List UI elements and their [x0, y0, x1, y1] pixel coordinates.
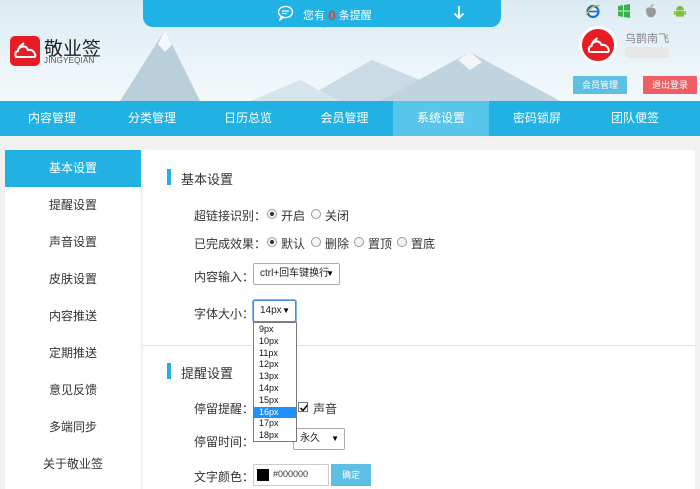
header: 您有 0 条提醒 敬业签 JINGYEQIAN 乌鹊南飞 会员管理 退出登录: [0, 0, 700, 101]
main-nav: 内容管理 分类管理 日历总览 会员管理 系统设置 密码锁屏 团队便签: [0, 101, 700, 136]
font-size-select[interactable]: 14px ▼: [253, 300, 296, 322]
settings-sidebar: 基本设置 提醒设置 声音设置 皮肤设置 内容推送 定期推送 意见反馈 多端同步 …: [5, 150, 141, 489]
confirm-button[interactable]: 确定: [331, 464, 371, 486]
notification-count: 0: [328, 7, 336, 23]
notification-bar[interactable]: 您有 0 条提醒: [143, 0, 501, 27]
dropdown-arrow-icon: ▼: [282, 306, 290, 315]
chat-bubble-icon: [277, 5, 294, 21]
radio-link-on-label: 开启: [281, 209, 306, 223]
section-accent-bar: [167, 169, 171, 185]
font-size-option[interactable]: 18px: [254, 430, 296, 442]
sidebar-item-reminder[interactable]: 提醒设置: [5, 187, 141, 224]
android-icon[interactable]: [672, 3, 688, 19]
font-size-option[interactable]: 12px: [254, 359, 296, 371]
nav-team-notes[interactable]: 团队便签: [585, 101, 685, 136]
link-recognition-label: 超链接识别：: [194, 209, 267, 223]
nav-member-management[interactable]: 会员管理: [296, 101, 393, 136]
sidebar-item-basic[interactable]: 基本设置: [5, 150, 141, 187]
nav-calendar-overview[interactable]: 日历总览: [200, 101, 296, 136]
user-name: 乌鹊南飞: [625, 33, 669, 45]
font-size-option[interactable]: 15px: [254, 395, 296, 407]
sidebar-item-feedback[interactable]: 意见反馈: [5, 372, 141, 409]
logo-subtitle: JINGYEQIAN: [44, 56, 95, 65]
font-size-dropdown-list: 9px 10px 11px 12px 13px 14px 15px 16px 1…: [253, 322, 297, 442]
settings-panel: 基本设置 超链接识别： 开启 关闭 已完成效果： 默认 删除 置顶 置底 内容输…: [143, 150, 695, 489]
windows-icon[interactable]: [616, 3, 632, 19]
color-picker-field[interactable]: #000000: [253, 464, 329, 486]
nav-content-management[interactable]: 内容管理: [0, 101, 104, 136]
arrow-down-icon[interactable]: [453, 5, 465, 20]
stay-reminder-label: 停留提醒：: [194, 402, 255, 416]
stay-time-label: 停留时间：: [194, 435, 255, 449]
section-accent-bar: [167, 363, 171, 379]
content-input-label: 内容输入：: [194, 270, 255, 284]
radio-done-bottom-label: 置底: [411, 237, 436, 251]
font-size-option[interactable]: 13px: [254, 371, 296, 383]
logo-icon[interactable]: [10, 36, 40, 66]
dropdown-arrow-icon: ▼: [326, 269, 334, 278]
color-hex-value: #000000: [273, 469, 309, 479]
color-swatch: [257, 469, 269, 481]
radio-done-default-label: 默认: [281, 237, 306, 251]
done-effect-label: 已完成效果：: [194, 237, 267, 251]
sidebar-item-content-push[interactable]: 内容推送: [5, 298, 141, 335]
content-input-select[interactable]: ctrl+回车键换行 ▼: [253, 263, 340, 285]
user-avatar[interactable]: [579, 26, 617, 64]
section-title: 基本设置: [181, 172, 234, 187]
nav-category-management[interactable]: 分类管理: [104, 101, 200, 136]
font-size-option[interactable]: 10px: [254, 336, 296, 348]
radio-done-top-label: 置顶: [368, 237, 393, 251]
stay-time-select[interactable]: 永久 ▼: [293, 428, 345, 450]
font-size-option-highlighted[interactable]: 16px: [254, 406, 296, 419]
dropdown-arrow-icon: ▼: [331, 434, 339, 443]
font-size-option[interactable]: 9px: [254, 324, 296, 336]
section-title: 提醒设置: [181, 366, 234, 381]
sidebar-item-about[interactable]: 关于敬业签: [5, 446, 141, 483]
ie-browser-icon[interactable]: [585, 3, 601, 19]
logout-button[interactable]: 退出登录: [643, 76, 697, 94]
sidebar-item-sound[interactable]: 声音设置: [5, 224, 141, 261]
sidebar-item-sync[interactable]: 多端同步: [5, 409, 141, 446]
sidebar-item-scheduled-push[interactable]: 定期推送: [5, 335, 141, 372]
radio-done-default[interactable]: [267, 237, 277, 247]
radio-done-top[interactable]: [354, 237, 364, 247]
nav-password-lock[interactable]: 密码锁屏: [489, 101, 585, 136]
radio-link-off-label: 关闭: [325, 209, 350, 223]
sound-checkbox[interactable]: [298, 402, 309, 412]
radio-link-on[interactable]: [267, 209, 277, 219]
notification-text: 您有 0 条提醒: [303, 7, 372, 23]
sound-checkbox-label: 声音: [313, 402, 338, 416]
font-size-option[interactable]: 11px: [254, 348, 296, 360]
member-management-button[interactable]: 会员管理: [573, 76, 627, 94]
radio-done-bottom[interactable]: [397, 237, 407, 247]
font-size-label: 字体大小：: [194, 307, 255, 321]
font-size-option[interactable]: 14px: [254, 383, 296, 395]
radio-done-delete[interactable]: [311, 237, 321, 247]
radio-link-off[interactable]: [311, 209, 321, 219]
text-color-label: 文字颜色：: [194, 470, 255, 484]
apple-icon[interactable]: [643, 3, 659, 19]
user-info-blurred: [625, 47, 669, 58]
section-divider: [143, 345, 695, 346]
sidebar-item-skin[interactable]: 皮肤设置: [5, 261, 141, 298]
radio-done-delete-label: 删除: [325, 237, 350, 251]
font-size-option[interactable]: 17px: [254, 418, 296, 430]
nav-system-settings[interactable]: 系统设置: [393, 101, 489, 136]
